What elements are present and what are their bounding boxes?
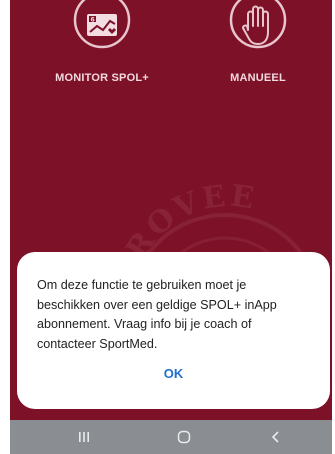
monitor-spol-tile[interactable]: 6 MONITOR SPOL+ bbox=[32, 0, 172, 84]
back-button[interactable] bbox=[256, 427, 296, 447]
back-icon bbox=[271, 431, 279, 443]
hand-icon bbox=[229, 0, 287, 49]
home-icon bbox=[177, 430, 191, 444]
home-button[interactable] bbox=[164, 427, 204, 447]
dialog-message: Om deze functie te gebruiken moet je bes… bbox=[37, 278, 277, 351]
recent-apps-icon bbox=[79, 432, 89, 442]
recent-apps-button[interactable] bbox=[64, 427, 104, 447]
monitor-spol-label: MONITOR SPOL+ bbox=[55, 72, 149, 84]
svg-text:6: 6 bbox=[91, 17, 95, 24]
ok-button[interactable]: OK bbox=[17, 366, 330, 381]
manueel-tile[interactable]: MANUEEL bbox=[188, 0, 328, 84]
subscription-dialog: Om deze functie te gebruiken moet je bes… bbox=[17, 252, 330, 409]
system-navigation-bar bbox=[10, 420, 332, 454]
manueel-label: MANUEEL bbox=[230, 72, 286, 84]
monitor-chart-icon: 6 bbox=[73, 0, 131, 49]
